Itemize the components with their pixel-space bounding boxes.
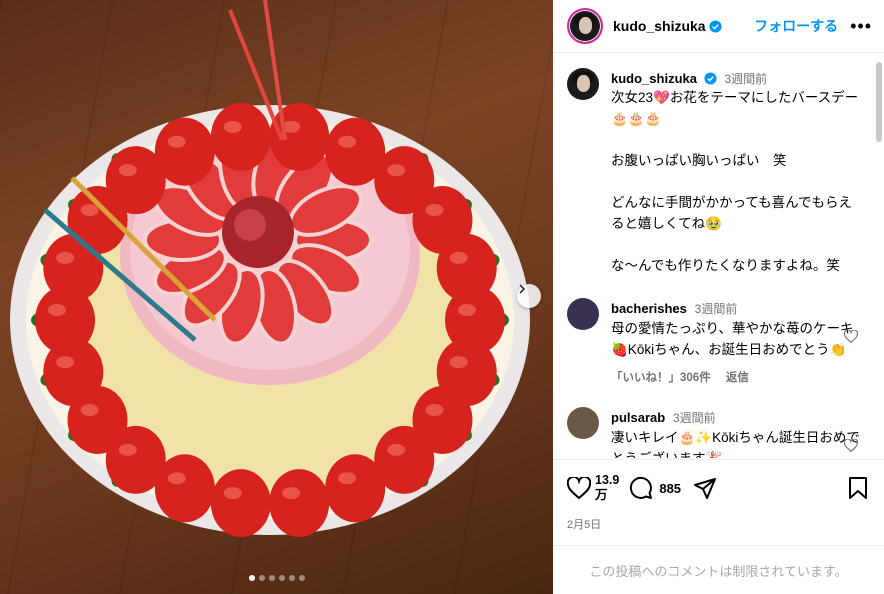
carousel-dot [299, 575, 305, 581]
caption-time[interactable]: 3週間前 [725, 72, 768, 86]
comment-likes[interactable]: 「いいね！」306件 [611, 372, 711, 384]
post-actions: 13.9 万 885 2月5日 [553, 459, 884, 532]
strawberry-cake-image [10, 0, 530, 538]
more-options-icon[interactable]: ••• [850, 16, 872, 37]
caption-text: 次女23💖お花をテーマにしたバースデー🎂🎂🎂 お腹いっぱい胸いっぱい 笑 どんな… [611, 90, 859, 273]
like-comment-icon[interactable] [844, 330, 858, 343]
caption-username[interactable]: kudo_shizuka [611, 71, 697, 86]
like-heart-icon[interactable] [567, 477, 591, 499]
verified-badge-icon [709, 19, 722, 33]
comment-time[interactable]: 3週間前 [673, 411, 716, 425]
post-panel: kudo_shizuka フォローする ••• kudo_shizuka 3週間… [553, 0, 884, 594]
comment-item: bacherishes 3週間前 母の愛情たっぷり、華やかな苺のケーキ🍓Kōki… [553, 298, 884, 389]
carousel-dot [279, 575, 285, 581]
carousel-dot [259, 575, 265, 581]
author-avatar[interactable] [567, 8, 603, 44]
caption: kudo_shizuka 3週間前 次女23💖お花をテーマにしたバースデー🎂🎂🎂… [553, 68, 884, 276]
save-bookmark-icon[interactable] [848, 477, 868, 499]
comment-username[interactable]: bacherishes [611, 301, 687, 316]
comments-limited-notice: この投稿へのコメントは制限されています。 [553, 545, 884, 594]
carousel-dot [269, 575, 275, 581]
comment-count[interactable]: 885 [659, 481, 681, 496]
follow-button[interactable]: フォローする [754, 16, 838, 36]
post-date[interactable]: 2月5日 [567, 516, 872, 532]
carousel-indicator [249, 575, 305, 581]
commenter-avatar[interactable] [567, 298, 599, 330]
comment-text: 母の愛情たっぷり、華やかな苺のケーキ🍓Kōkiちゃん、お誕生日おめでとう👏 [611, 321, 854, 357]
verified-badge-icon [704, 72, 717, 85]
carousel-dot [289, 575, 295, 581]
comments-section[interactable]: kudo_shizuka 3週間前 次女23💖お花をテーマにしたバースデー🎂🎂🎂… [553, 54, 884, 458]
share-send-icon[interactable] [693, 476, 717, 500]
like-count[interactable]: 13.9 万 [595, 473, 619, 503]
comment-item: pulsarab 3週間前 凄いキレイ🎂✨Kōkiちゃん誕生日おめでとうございま… [553, 407, 884, 458]
chevron-right-icon [519, 284, 526, 294]
comment-text: 凄いキレイ🎂✨Kōkiちゃん誕生日おめでとうございます🎉 [611, 430, 860, 458]
author-avatar[interactable] [567, 68, 599, 100]
comment-time[interactable]: 3週間前 [695, 302, 738, 316]
comment-username[interactable]: pulsarab [611, 410, 665, 425]
next-photo-button[interactable] [517, 284, 541, 308]
comment-bubble-icon[interactable] [629, 476, 653, 500]
commenter-avatar[interactable] [567, 407, 599, 439]
like-comment-icon[interactable] [844, 439, 858, 452]
reply-button[interactable]: 返信 [726, 372, 749, 384]
carousel-dot [249, 575, 255, 581]
author-username[interactable]: kudo_shizuka [613, 18, 706, 34]
post-photo[interactable] [0, 0, 553, 594]
post-header: kudo_shizuka フォローする ••• [553, 0, 884, 53]
